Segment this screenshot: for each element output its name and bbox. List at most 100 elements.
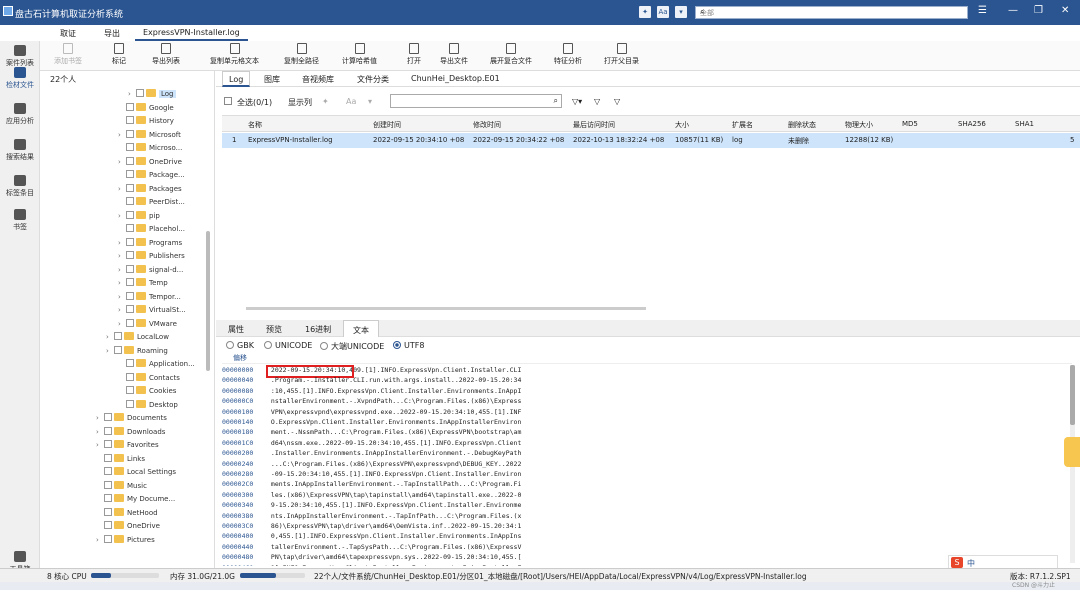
- expand-compound-button[interactable]: 展开复合文件: [490, 43, 532, 66]
- hex-icon[interactable]: ▾: [368, 97, 372, 106]
- tree-item[interactable]: › Log: [128, 89, 176, 102]
- chevron-right-icon[interactable]: ›: [106, 333, 114, 341]
- tree-checkbox[interactable]: [104, 413, 112, 421]
- tree-checkbox[interactable]: [104, 534, 112, 543]
- tree-checkbox[interactable]: [126, 156, 134, 165]
- tree-checkbox[interactable]: [126, 224, 134, 232]
- tree-item[interactable]: › Temp: [118, 278, 168, 291]
- chevron-right-icon[interactable]: ›: [118, 320, 126, 328]
- tree-checkbox[interactable]: [126, 278, 134, 286]
- tree-checkbox[interactable]: [126, 210, 134, 219]
- tree-checkbox[interactable]: [104, 453, 112, 462]
- tree-checkbox[interactable]: [126, 116, 134, 124]
- compute-hash-button[interactable]: 计算哈希值: [342, 43, 377, 66]
- tree-item[interactable]: › Documents: [96, 413, 167, 426]
- tree-item[interactable]: Microso...: [118, 143, 182, 156]
- pin-icon[interactable]: ✦: [322, 97, 329, 106]
- hex-icon[interactable]: ▾: [675, 6, 687, 18]
- tree-item[interactable]: NetHood: [96, 507, 158, 521]
- font-icon[interactable]: Aa: [657, 6, 669, 18]
- copy-cell-text-button[interactable]: 复制单元格文本: [210, 43, 259, 66]
- tree-checkbox[interactable]: [126, 291, 134, 300]
- tree-checkbox[interactable]: [126, 183, 134, 192]
- tree-item[interactable]: My Docume...: [96, 494, 175, 507]
- chevron-right-icon[interactable]: ›: [118, 185, 126, 193]
- nav-tags[interactable]: 标签条目: [0, 175, 40, 198]
- tree-checkbox[interactable]: [126, 305, 134, 313]
- tree-checkbox[interactable]: [126, 102, 134, 111]
- col-accessed[interactable]: 最后访问时间: [573, 120, 615, 130]
- tab-gallery[interactable]: 图库: [264, 74, 280, 85]
- tree-checkbox[interactable]: [114, 332, 122, 340]
- tree-item[interactable]: › LocalLow: [106, 332, 169, 345]
- tree-item[interactable]: Application...: [118, 359, 195, 372]
- enc-unicode[interactable]: UNICODE: [264, 341, 312, 350]
- open-button[interactable]: 打开: [407, 43, 421, 66]
- tree-item[interactable]: › signal-d...: [118, 264, 183, 278]
- nav-app-analysis[interactable]: 应用分析: [0, 103, 40, 126]
- tree-checkbox[interactable]: [126, 197, 134, 205]
- tree-item[interactable]: Music: [96, 480, 147, 494]
- tree-checkbox[interactable]: [126, 237, 134, 246]
- side-widget-icon[interactable]: [1064, 437, 1080, 467]
- tree-item[interactable]: › VirtualSt...: [118, 305, 186, 318]
- tab-current-file[interactable]: ExpressVPN-Installer.log: [135, 26, 248, 41]
- tree-checkbox[interactable]: [114, 345, 122, 354]
- chevron-right-icon[interactable]: ›: [118, 293, 126, 301]
- list-search-input[interactable]: ⌕: [390, 94, 562, 108]
- tree-checkbox[interactable]: [104, 521, 112, 529]
- tree-checkbox[interactable]: [104, 480, 112, 489]
- tree-item[interactable]: › Programs: [118, 237, 182, 251]
- tab-media[interactable]: 音视频库: [302, 74, 334, 85]
- close-button[interactable]: ✕: [1061, 5, 1069, 16]
- tree-checkbox[interactable]: [104, 507, 112, 516]
- col-ext[interactable]: 扩展名: [732, 120, 753, 130]
- tree-checkbox[interactable]: [126, 318, 134, 327]
- chevron-right-icon[interactable]: ›: [118, 158, 126, 166]
- col-deleted[interactable]: 删除状态: [788, 120, 816, 130]
- tree-checkbox[interactable]: [104, 426, 112, 435]
- export-file-button[interactable]: 导出文件: [440, 43, 468, 66]
- tree-checkbox[interactable]: [126, 251, 134, 259]
- tree-item[interactable]: Google: [118, 102, 174, 116]
- pin-icon[interactable]: ✦: [639, 6, 651, 18]
- chevron-right-icon[interactable]: ›: [96, 441, 104, 449]
- tab-export[interactable]: 导出: [104, 28, 120, 39]
- search-icon[interactable]: ⌕: [700, 7, 964, 17]
- chevron-right-icon[interactable]: ›: [128, 90, 136, 98]
- tree-item[interactable]: › Downloads: [96, 426, 165, 440]
- global-search-input[interactable]: 全部 ⌕: [695, 6, 968, 19]
- grid-hscrollbar[interactable]: [246, 307, 646, 310]
- restore-button[interactable]: ❐: [1034, 5, 1043, 16]
- export-list-button[interactable]: 导出列表: [152, 43, 180, 66]
- add-bookmark-button[interactable]: 添加书签: [54, 43, 82, 66]
- tree-checkbox[interactable]: [104, 467, 112, 475]
- tab-file-category[interactable]: 文件分类: [357, 74, 389, 85]
- tree-checkbox[interactable]: [126, 372, 134, 381]
- ime-toolbar[interactable]: S 中: [948, 555, 1058, 569]
- search-icon[interactable]: ⌕: [554, 96, 558, 106]
- enc-utf8[interactable]: UTF8: [393, 341, 424, 350]
- chevron-right-icon[interactable]: ›: [118, 279, 126, 287]
- tree-checkbox[interactable]: [126, 129, 134, 138]
- col-md5[interactable]: MD5: [902, 120, 918, 128]
- tab-text[interactable]: 文本: [343, 320, 379, 337]
- col-sha1[interactable]: SHA1: [1015, 120, 1034, 128]
- col-created[interactable]: 创建时间: [373, 120, 401, 130]
- tree-item[interactable]: › Publishers: [118, 251, 185, 264]
- tree-item[interactable]: › Tempor...: [118, 291, 181, 305]
- tree-item[interactable]: History: [118, 116, 174, 129]
- tree-item[interactable]: › Microsoft: [118, 129, 181, 143]
- nav-evidence[interactable]: 检材文件: [0, 67, 40, 90]
- tree-item[interactable]: › Packages: [118, 183, 182, 197]
- text-view[interactable]: 00000000 2022-09-15.20:34:10,409.[1].INF…: [222, 363, 1072, 566]
- enc-big-unicode[interactable]: 大端UNICODE: [320, 341, 384, 352]
- col-sha256[interactable]: SHA256: [958, 120, 986, 128]
- menu-icon[interactable]: ☰: [978, 5, 987, 16]
- display-columns-button[interactable]: 显示列: [288, 97, 312, 108]
- tree-item[interactable]: PeerDist...: [118, 197, 185, 210]
- tree-item[interactable]: Contacts: [118, 372, 180, 386]
- tab-image[interactable]: ChunHei_Desktop.E01: [411, 74, 500, 83]
- tree-checkbox[interactable]: [126, 143, 134, 151]
- chevron-right-icon[interactable]: ›: [106, 347, 114, 355]
